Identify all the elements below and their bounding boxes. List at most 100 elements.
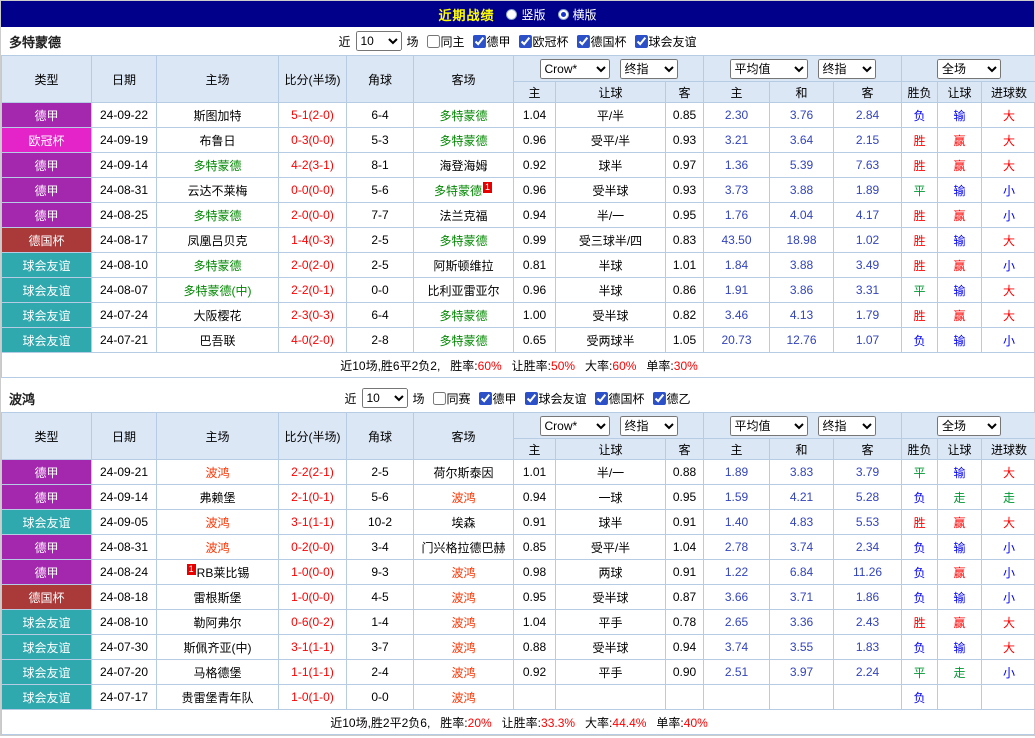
away-team-name[interactable]: 波鸿 <box>451 641 475 655</box>
home-team-name[interactable]: 多特蒙德 <box>193 209 241 223</box>
league-filter-checkbox[interactable] <box>635 35 648 48</box>
layout-option-horizontal[interactable]: 横版 <box>558 6 597 23</box>
league-badge: 球会友谊 <box>2 510 92 535</box>
home-team-name[interactable]: 多特蒙德 <box>193 159 241 173</box>
avg-away: 1.07 <box>834 328 902 353</box>
score-cell[interactable]: 2-2(2-1) <box>279 460 347 485</box>
league-filter-checkbox[interactable] <box>432 392 445 405</box>
away-team-name[interactable]: 多特蒙德 <box>434 184 482 198</box>
league-filter-checkbox[interactable] <box>653 392 666 405</box>
away-team-name[interactable]: 埃森 <box>451 516 475 530</box>
league-filter-checkbox[interactable] <box>426 35 439 48</box>
home-team-name[interactable]: 雷根斯堡 <box>193 591 241 605</box>
away-team-name[interactable]: 波鸿 <box>451 616 475 630</box>
away-team-name[interactable]: 波鸿 <box>451 666 475 680</box>
home-team-name[interactable]: 斯图加特 <box>193 109 241 123</box>
score-cell[interactable]: 1-1(1-1) <box>279 660 347 685</box>
league-filter-option[interactable]: 德国杯 <box>589 390 645 407</box>
home-team-name[interactable]: 巴吾联 <box>199 334 235 348</box>
layout-option-vertical[interactable]: 竖版 <box>506 6 545 23</box>
score-cell[interactable]: 0-3(0-0) <box>279 128 347 153</box>
league-filter-checkbox[interactable] <box>472 35 485 48</box>
score-cell[interactable]: 1-0(1-0) <box>279 685 347 710</box>
away-team-name[interactable]: 波鸿 <box>451 491 475 505</box>
score-cell[interactable]: 0-0(0-0) <box>279 178 347 203</box>
home-team-name[interactable]: 大阪樱花 <box>193 309 241 323</box>
score-cell[interactable]: 2-0(0-0) <box>279 203 347 228</box>
league-filter-option[interactable]: 欧冠杯 <box>513 33 569 50</box>
score-cell[interactable]: 3-1(1-1) <box>279 635 347 660</box>
away-team-name[interactable]: 波鸿 <box>451 691 475 705</box>
league-filter-option[interactable]: 德甲 <box>466 33 510 50</box>
average-select[interactable]: 平均值 <box>730 59 808 79</box>
fulltime-scope-select[interactable]: 全场 <box>937 59 1001 79</box>
away-team-name[interactable]: 多特蒙德 <box>439 309 487 323</box>
home-team-name[interactable]: 布鲁日 <box>199 134 235 148</box>
recent-count-select[interactable]: 10 <box>361 388 407 408</box>
league-filter-checkbox[interactable] <box>577 35 590 48</box>
away-team-name[interactable]: 多特蒙德 <box>439 134 487 148</box>
home-team-name[interactable]: 多特蒙德 <box>193 259 241 273</box>
league-filter-option[interactable]: 球会友谊 <box>519 390 587 407</box>
score-cell[interactable]: 0-6(0-2) <box>279 610 347 635</box>
score-cell[interactable]: 3-1(1-1) <box>279 510 347 535</box>
score-cell[interactable]: 2-0(2-0) <box>279 253 347 278</box>
home-team-name[interactable]: 云达不莱梅 <box>187 184 247 198</box>
handicap-line: 平手 <box>556 660 666 685</box>
match-row: 德甲24-09-21波鸿2-2(2-1)2-5荷尔斯泰因1.01半/一0.881… <box>2 460 1035 485</box>
away-team-name[interactable]: 阿斯顿维拉 <box>433 259 493 273</box>
away-team-name[interactable]: 多特蒙德 <box>439 234 487 248</box>
home-team-name[interactable]: 勒阿弗尔 <box>193 616 241 630</box>
avg-stage-select[interactable]: 终指 <box>818 416 876 436</box>
home-team-name[interactable]: 贵雷堡青年队 <box>181 691 253 705</box>
home-team-name[interactable]: 波鸿 <box>205 516 229 530</box>
home-team-name[interactable]: 马格德堡 <box>193 666 241 680</box>
odds-stage-select[interactable]: 终指 <box>620 59 678 79</box>
score-cell[interactable]: 4-2(3-1) <box>279 153 347 178</box>
score-cell[interactable]: 2-1(0-1) <box>279 485 347 510</box>
league-filter-checkbox[interactable] <box>519 35 532 48</box>
away-team-name[interactable]: 荷尔斯泰因 <box>433 466 493 480</box>
home-team-name[interactable]: 多特蒙德(中) <box>184 284 252 298</box>
home-team-name[interactable]: 斯佩齐亚(中) <box>184 641 252 655</box>
league-filter-checkbox[interactable] <box>478 392 491 405</box>
bookmaker-select[interactable]: Crow* <box>540 416 610 436</box>
league-filter-option[interactable]: 德乙 <box>647 390 691 407</box>
away-team-name[interactable]: 海登海姆 <box>439 159 487 173</box>
away-team-name[interactable]: 波鸿 <box>451 566 475 580</box>
result-outcome: 胜 <box>902 128 938 153</box>
league-filter-option[interactable]: 球会友谊 <box>629 33 697 50</box>
home-team-name[interactable]: 弗赖堡 <box>199 491 235 505</box>
score-cell[interactable]: 0-2(0-0) <box>279 535 347 560</box>
away-team-name[interactable]: 门兴格拉德巴赫 <box>421 541 505 555</box>
home-team-name[interactable]: 波鸿 <box>205 541 229 555</box>
score-cell[interactable]: 1-0(0-0) <box>279 560 347 585</box>
odds-stage-select[interactable]: 终指 <box>620 416 678 436</box>
score-cell[interactable]: 4-0(2-0) <box>279 328 347 353</box>
league-filter-option[interactable]: 德国杯 <box>571 33 627 50</box>
league-filter-option[interactable]: 德甲 <box>472 390 516 407</box>
score-cell[interactable]: 5-1(2-0) <box>279 103 347 128</box>
league-filter-option[interactable]: 同赛 <box>426 390 470 407</box>
league-filter-checkbox[interactable] <box>595 392 608 405</box>
away-team-name[interactable]: 多特蒙德 <box>439 109 487 123</box>
recent-count-select[interactable]: 10 <box>355 31 401 51</box>
away-team-name[interactable]: 法兰克福 <box>439 209 487 223</box>
average-select[interactable]: 平均值 <box>730 416 808 436</box>
avg-stage-select[interactable]: 终指 <box>818 59 876 79</box>
home-team-name[interactable]: 凤凰吕贝克 <box>187 234 247 248</box>
fulltime-scope-select[interactable]: 全场 <box>937 416 1001 436</box>
league-filter-checkbox[interactable] <box>525 392 538 405</box>
away-team-name[interactable]: 多特蒙德 <box>439 334 487 348</box>
league-filter-option[interactable]: 同主 <box>420 33 464 50</box>
home-team-name[interactable]: 波鸿 <box>205 466 229 480</box>
home-team-name[interactable]: RB莱比锡 <box>197 566 250 580</box>
score-cell[interactable]: 1-0(0-0) <box>279 585 347 610</box>
score-cell[interactable]: 1-4(0-3) <box>279 228 347 253</box>
score-cell[interactable]: 2-2(0-1) <box>279 278 347 303</box>
score-cell[interactable]: 2-3(0-3) <box>279 303 347 328</box>
bookmaker-select[interactable]: Crow* <box>540 59 610 79</box>
away-team-name[interactable]: 比利亚雷亚尔 <box>427 284 499 298</box>
result-outcome: 负 <box>902 560 938 585</box>
away-team-name[interactable]: 波鸿 <box>451 591 475 605</box>
